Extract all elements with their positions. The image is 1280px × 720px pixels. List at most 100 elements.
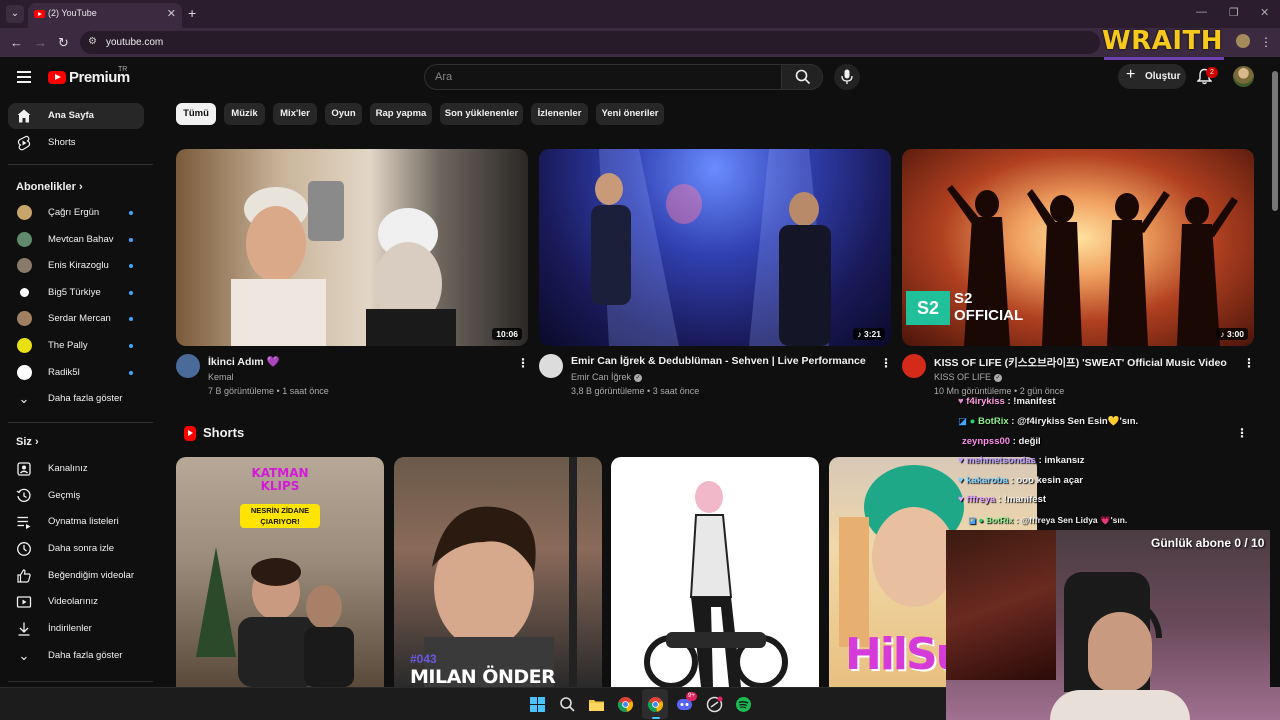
browser-profile-avatar[interactable]: [1236, 34, 1250, 48]
sidebar-item-your-channel[interactable]: Kanalınız: [8, 456, 144, 482]
subscriptions-heading[interactable]: Abonelikler ›: [16, 181, 83, 193]
sidebar-item-subscription[interactable]: Çağrı Ergün: [8, 200, 144, 226]
chip-recently-uploaded[interactable]: Son yüklenenler: [440, 103, 523, 125]
youtube-favicon-icon: [34, 10, 45, 18]
spotify-icon[interactable]: [735, 696, 752, 713]
new-tab-plus-icon[interactable]: +: [188, 5, 196, 21]
shorts-more-options-icon[interactable]: ⋮: [1236, 426, 1248, 440]
video-channel[interactable]: Kemal: [208, 372, 234, 382]
chip-all[interactable]: Tümü: [176, 103, 216, 125]
short-thumbnail[interactable]: KATMAN KLIPS NESRİN ZİDANE ÇIARIYOR!: [176, 457, 384, 687]
streaming-app-icon[interactable]: [706, 696, 723, 713]
video-more-options-icon[interactable]: ⋮: [1243, 356, 1255, 370]
maximize-icon[interactable]: ❐: [1229, 6, 1239, 19]
back-arrow-icon[interactable]: ←: [10, 35, 23, 50]
new-content-dot: [129, 317, 133, 321]
create-button[interactable]: + Oluştur: [1118, 64, 1186, 89]
sidebar-item-liked-videos[interactable]: Beğendiğim videolar: [8, 563, 144, 589]
moderator-badge-icon: ◪: [968, 515, 977, 525]
video-title[interactable]: Emir Can İğrek & Dedublüman - Sehven | L…: [571, 355, 866, 367]
chip-new-to-you[interactable]: Yeni öneriler: [596, 103, 664, 125]
file-explorer-icon[interactable]: [588, 696, 605, 713]
tab-search-chevron-icon[interactable]: ⌄: [6, 5, 24, 23]
sidebar-item-playlists[interactable]: Oynatma listeleri: [8, 509, 144, 535]
windows-start-icon[interactable]: [529, 696, 546, 713]
browser-tab[interactable]: (2) YouTube ✕: [28, 3, 182, 28]
sidebar-item-shorts[interactable]: Shorts: [8, 130, 144, 156]
youtube-header: Premium TR Ara + Oluştur: [0, 57, 1270, 97]
sidebar-item-show-more[interactable]: ⌄ Daha fazla göster: [8, 386, 144, 412]
short-image: [644, 481, 788, 687]
sidebar-item-your-videos[interactable]: Videolarınız: [8, 589, 144, 615]
account-avatar[interactable]: [1233, 66, 1254, 87]
chat-username: BotRix: [985, 515, 1014, 525]
search-input[interactable]: Ara: [424, 64, 782, 90]
sidebar-item-subscription[interactable]: Mevtcan Bahav: [8, 227, 144, 253]
chip-rap[interactable]: Rap yapma: [370, 103, 432, 125]
channel-avatar[interactable]: [539, 354, 563, 378]
browser-menu-icon[interactable]: ⋮: [1260, 35, 1272, 49]
scrollbar-thumb[interactable]: [1272, 71, 1278, 211]
chip-mixes[interactable]: Mix'ler: [273, 103, 317, 125]
sidebar-item-show-more[interactable]: ⌄ Daha fazla göster: [8, 643, 144, 669]
search-icon[interactable]: [559, 696, 576, 713]
chat-username: BotRix: [978, 416, 1009, 427]
video-more-options-icon[interactable]: ⋮: [517, 356, 529, 370]
short-klips-title: KATMAN KLIPS: [251, 466, 309, 493]
short-thumbnail[interactable]: #043 MILAN ÖNDER: [394, 457, 602, 687]
minimize-icon[interactable]: —: [1196, 6, 1207, 18]
sidebar-item-subscription[interactable]: Enis Kirazoglu: [8, 253, 144, 279]
s2-badge-line2: OFFICIAL: [954, 307, 1024, 324]
sidebar-item-label: Daha sonra izle: [48, 543, 115, 554]
tab-close-icon[interactable]: ✕: [167, 7, 176, 20]
search-button[interactable]: [781, 64, 823, 90]
sidebar-item-home[interactable]: Ana Sayfa: [8, 103, 144, 129]
shorts-heading: Shorts: [203, 425, 245, 440]
sidebar-item-subscription[interactable]: Big5 Türkiye: [8, 280, 144, 306]
video-thumbnail[interactable]: 10:06: [176, 149, 528, 346]
chip-music[interactable]: Müzik: [224, 103, 265, 125]
chat-text: imkansız: [1044, 455, 1085, 466]
chrome-profile-icon[interactable]: [647, 696, 664, 713]
sidebar-item-subscription[interactable]: Radik5l: [8, 360, 144, 386]
voice-search-button[interactable]: [834, 64, 860, 90]
reload-icon[interactable]: ↻: [58, 35, 69, 51]
video-title[interactable]: KISS OF LIFE (키스오브라이프) 'SWEAT' Official …: [934, 355, 1227, 370]
streamer-webcam: [946, 530, 1280, 720]
url-field[interactable]: ⚙ youtube.com: [80, 31, 1100, 54]
short-thumbnail[interactable]: [611, 457, 819, 687]
sidebar-item-subscription[interactable]: The Pally: [8, 333, 144, 359]
channel-avatar: [17, 311, 32, 326]
sidebar-item-label: Oynatma listeleri: [48, 516, 119, 527]
site-info-icon[interactable]: ⚙: [88, 36, 97, 47]
s2-official-badge: S2 S2 OFFICIAL: [902, 287, 1026, 329]
download-icon: [18, 622, 30, 636]
video-channel[interactable]: Emir Can İğrek ✓: [571, 372, 643, 382]
channel-avatar[interactable]: [902, 354, 926, 378]
video-channel[interactable]: KISS OF LIFE ✓: [934, 372, 1003, 382]
video-thumbnail[interactable]: S2 S2 OFFICIAL ♪ 3:00: [902, 149, 1254, 346]
channel-avatar[interactable]: [176, 354, 200, 378]
chrome-icon[interactable]: [617, 696, 634, 713]
close-window-icon[interactable]: ✕: [1260, 6, 1269, 19]
video-thumbnail[interactable]: ♪ 3:21: [539, 149, 891, 346]
home-icon: [17, 109, 31, 123]
channel-avatar: [17, 232, 32, 247]
create-label: Oluştur: [1145, 71, 1181, 82]
chevron-right-icon: ›: [78, 181, 83, 193]
chip-gaming[interactable]: Oyun: [325, 103, 362, 125]
sidebar-item-watch-later[interactable]: Daha sonra izle: [8, 536, 144, 562]
you-heading[interactable]: Siz ›: [16, 436, 39, 448]
page-scrollbar[interactable]: [1270, 57, 1280, 687]
sidebar-item-downloads[interactable]: İndirilenler: [8, 616, 144, 642]
sidebar-item-subscription[interactable]: Serdar Mercan: [8, 306, 144, 332]
forward-arrow-icon[interactable]: →: [34, 35, 47, 50]
url-text: youtube.com: [106, 37, 164, 48]
plus-icon: +: [1126, 66, 1136, 83]
hamburger-menu-icon[interactable]: [17, 71, 31, 83]
chip-watched[interactable]: İzlenenler: [531, 103, 588, 125]
s2-logo: S2: [906, 291, 950, 325]
video-more-options-icon[interactable]: ⋮: [880, 356, 892, 370]
sidebar-item-history[interactable]: Geçmiş: [8, 483, 144, 509]
video-title[interactable]: İkinci Adım 💜: [208, 355, 280, 368]
